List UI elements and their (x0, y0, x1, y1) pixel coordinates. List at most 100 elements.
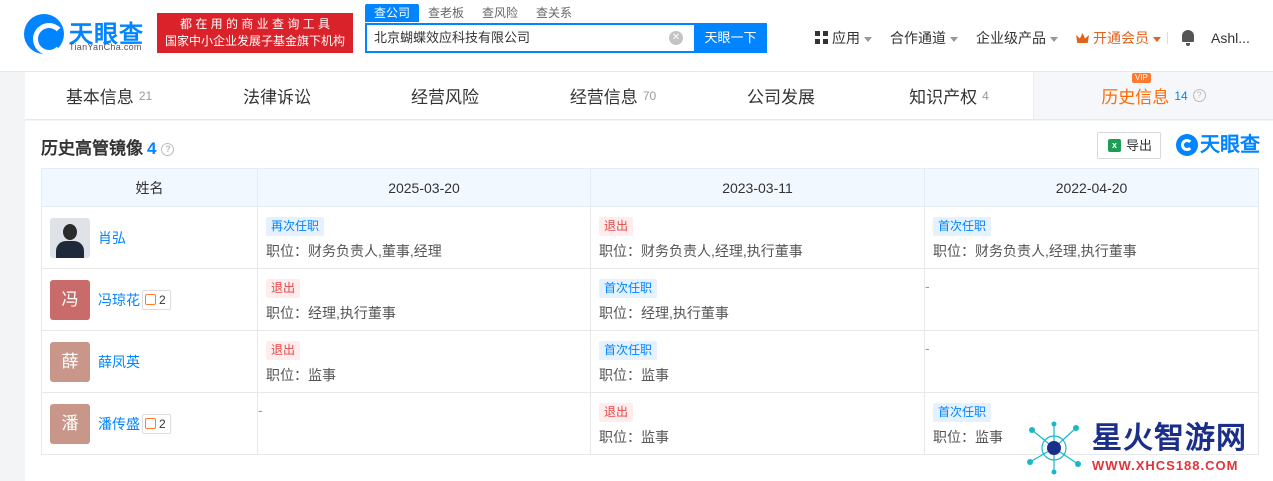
network-logo-icon (1024, 420, 1084, 476)
position-text: 职位：财务负责人,经理,执行董事 (599, 243, 803, 259)
avatar[interactable]: 薛 (50, 342, 90, 382)
table-row: 冯冯琼花 2 退出 职位：经理,执行董事 首次任职 职位：经理,执行董事 - (41, 268, 1259, 331)
avatar[interactable]: 冯 (50, 280, 90, 320)
person: 肖弘 (42, 207, 257, 268)
logo-domain: TianYanCha.com (69, 42, 142, 52)
empty-dash: - (258, 402, 263, 418)
tab-label: 公司发展 (747, 88, 815, 107)
tab-risk[interactable]: 经营风险 (361, 72, 529, 119)
site-watermark: 星火智游网 WWW.XHCS188.COM (1022, 418, 1273, 481)
record-cell: - (924, 330, 1259, 393)
person-name-link[interactable]: 薛凤英 (98, 353, 140, 371)
nav-apps[interactable]: 应用 (815, 28, 872, 48)
tab-development[interactable]: 公司发展 (697, 72, 865, 119)
status-badge: 退出 (599, 403, 634, 422)
export-label: 导出 (1126, 138, 1153, 153)
nav-vip-label: 开通会员 (1093, 30, 1149, 46)
crown-icon (1076, 33, 1089, 43)
search-button[interactable]: 天眼一下 (694, 23, 767, 53)
header-name: 姓名 (41, 168, 258, 207)
nav-partners-label: 合作通道 (890, 30, 946, 46)
table-row: 肖弘 再次任职 职位：财务负责人,董事,经理 退出 职位：财务负责人,经理,执行董事 首次… (41, 206, 1259, 269)
search-tab-relation[interactable]: 查关系 (527, 4, 581, 22)
bell-icon[interactable] (1181, 30, 1195, 46)
relation-icon (145, 418, 156, 429)
clear-icon[interactable]: ✕ (669, 31, 683, 45)
relation-badge[interactable]: 2 (142, 290, 171, 310)
status-badge: 退出 (266, 341, 301, 360)
person-cell: 冯冯琼花 2 (41, 268, 258, 331)
tab-count: 4 (982, 88, 989, 103)
person-name-link[interactable]: 冯琼花 (98, 291, 140, 309)
watermark-text: 星火智游网 (1092, 422, 1247, 455)
position-text: 职位：经理,执行董事 (599, 305, 729, 321)
tab-operation[interactable]: 经营信息 70 (529, 72, 697, 119)
record-cell: - (924, 268, 1259, 331)
status-badge: 退出 (599, 217, 634, 236)
record-cell: 首次任职职位：经理,执行董事 (590, 268, 925, 331)
status-badge: 首次任职 (599, 341, 658, 360)
tab-label: 经营信息 (569, 88, 638, 107)
nav-apps-label: 应用 (832, 30, 860, 46)
tab-label: 历史信息 (1101, 88, 1170, 107)
person-cell: 肖弘 (41, 206, 258, 269)
watermark-url: WWW.XHCS188.COM (1092, 458, 1239, 473)
record-cell: 退出职位：财务负责人,经理,执行董事 (590, 206, 925, 269)
search-type-tabs: 查公司 查老板 查风险 查关系 (365, 4, 581, 22)
search-input[interactable]: 北京蝴蝶效应科技有限公司 (374, 25, 530, 51)
table-row: 薛薛凤英 退出职位：监事 首次任职职位：监事 - (41, 330, 1259, 393)
status-badge: 首次任职 (599, 279, 658, 298)
relation-badge[interactable]: 2 (142, 414, 171, 434)
position-text: 职位：财务负责人,经理,执行董事 (933, 243, 1137, 259)
logo-eye-icon (24, 14, 65, 55)
search-tab-risk[interactable]: 查风险 (473, 4, 527, 22)
tab-label: 法律诉讼 (243, 88, 311, 107)
excel-icon: x (1108, 139, 1121, 152)
status-badge: 首次任职 (933, 403, 992, 422)
nav-enterprise-label: 企业级产品 (976, 30, 1046, 46)
section-title-text: 历史高管镜像 (41, 139, 143, 158)
help-icon[interactable]: ? (161, 143, 175, 156)
tab-label: 经营风险 (411, 88, 479, 107)
search-tab-boss[interactable]: 查老板 (419, 4, 473, 22)
slogan-line-1: 都 在 用 的 商 业 查 询 工 具 (179, 17, 330, 31)
header-date-2: 2023-03-11 (590, 168, 925, 207)
status-badge: 再次任职 (266, 217, 325, 236)
search-box: 北京蝴蝶效应科技有限公司 ✕ 天眼一下 (365, 23, 767, 53)
chevron-down-icon (1153, 36, 1161, 42)
header-date-3: 2022-04-20 (924, 168, 1259, 207)
chevron-down-icon (950, 36, 958, 42)
record-cell: 首次任职职位：监事 (590, 330, 925, 393)
record-cell: 首次任职职位：财务负责人,经理,执行董事 (924, 206, 1259, 269)
tab-basic-info[interactable]: 基本信息 21 (25, 72, 193, 119)
avatar[interactable]: 潘 (50, 404, 90, 444)
person-name-link[interactable]: 潘传盛 (98, 415, 140, 433)
nav-divider (1167, 32, 1168, 44)
tab-history[interactable]: VIP 历史信息 14? (1033, 72, 1273, 119)
tianyancha-logo[interactable]: 天眼查 TianYanCha.com (24, 14, 152, 55)
logo-eye-icon (1176, 134, 1198, 156)
slogan-banner: 都 在 用 的 商 业 查 询 工 具 国家中小企业发展子基金旗下机构 (157, 13, 353, 53)
nav-partners[interactable]: 合作通道 (890, 28, 958, 48)
person-name-link[interactable]: 肖弘 (98, 229, 126, 247)
brand-text: 天眼查 (1200, 134, 1260, 156)
relation-count: 2 (159, 417, 166, 431)
relation-icon (145, 294, 156, 305)
export-button[interactable]: x 导出 (1097, 132, 1161, 159)
tab-legal[interactable]: 法律诉讼 (193, 72, 361, 119)
user-menu[interactable]: Ashl... (1211, 28, 1250, 48)
status-badge: 首次任职 (933, 217, 992, 236)
avatar[interactable] (50, 218, 90, 258)
tab-ip[interactable]: 知识产权 4 (865, 72, 1033, 119)
grid-icon (815, 31, 828, 44)
position-text: 职位：监事 (599, 367, 669, 383)
empty-dash: - (925, 278, 930, 294)
tab-label: 基本信息 (65, 88, 134, 107)
nav-enterprise[interactable]: 企业级产品 (976, 28, 1058, 48)
nav-vip[interactable]: 开通会员 (1076, 28, 1161, 48)
person: 潘潘传盛 2 (42, 393, 257, 454)
search-tab-company[interactable]: 查公司 (365, 4, 420, 22)
help-icon[interactable]: ? (1192, 89, 1206, 102)
header-date-1: 2025-03-20 (257, 168, 591, 207)
chevron-down-icon (864, 36, 872, 42)
